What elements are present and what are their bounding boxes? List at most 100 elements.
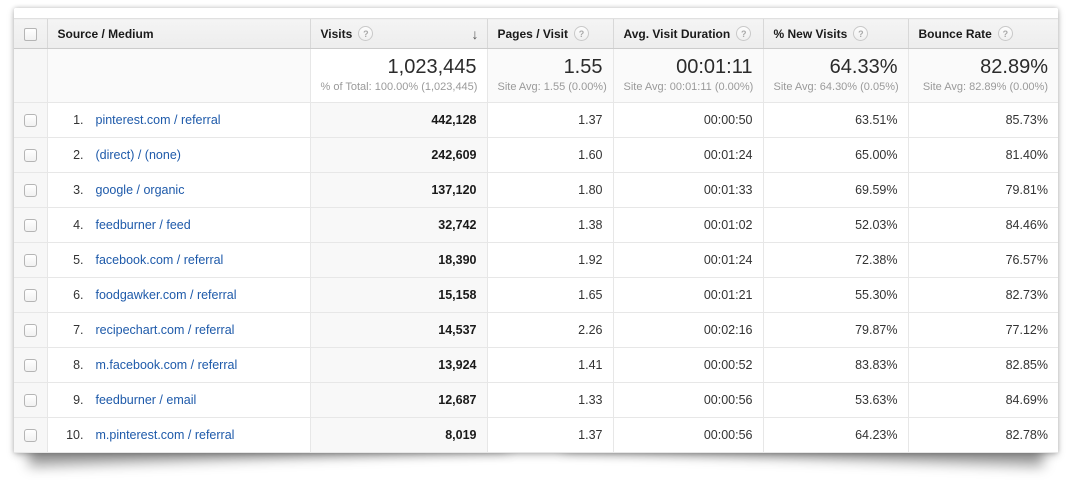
row-checkbox[interactable] (24, 359, 37, 372)
avg-duration-cell: 00:01:24 (613, 138, 763, 173)
bounce-rate-cell: 81.40% (908, 138, 1058, 173)
column-label: Source / Medium (58, 27, 154, 41)
pages-per-visit-cell: 1.33 (487, 383, 613, 418)
help-icon[interactable]: ? (853, 26, 868, 41)
column-header-source-medium[interactable]: Source / Medium (47, 19, 310, 49)
row-checkbox[interactable] (24, 149, 37, 162)
select-all-checkbox[interactable] (24, 28, 37, 41)
pages-per-visit-cell: 1.41 (487, 348, 613, 383)
visits-cell: 18,390 (310, 243, 487, 278)
column-header-visits[interactable]: Visits ? ↓ (310, 19, 487, 49)
column-label: Visits (321, 27, 353, 41)
source-medium-cell: 6.foodgawker.com / referral (47, 278, 310, 313)
help-icon[interactable]: ? (998, 26, 1013, 41)
bounce-rate-subtext: Site Avg: 82.89% (0.00%) (919, 81, 1049, 93)
source-medium-cell: 1. pinterest.com / referral (47, 103, 310, 138)
bounce-rate-cell: 79.81% (908, 173, 1058, 208)
bounce-rate-cell: 77.12% (908, 313, 1058, 348)
sort-desc-icon[interactable]: ↓ (472, 27, 479, 41)
help-icon[interactable]: ? (736, 26, 751, 41)
source-medium-cell: 10. m.pinterest.com / referral (47, 418, 310, 453)
pages-per-visit-cell: 1.37 (487, 103, 613, 138)
avg-duration-cell: 00:00:56 (613, 383, 763, 418)
bounce-rate-cell: 84.46% (908, 208, 1058, 243)
bounce-rate-cell: 82.78% (908, 418, 1058, 453)
visits-cell: 8,019 (310, 418, 487, 453)
new-visits-cell: 55.30% (763, 278, 908, 313)
row-checkbox[interactable] (24, 114, 37, 127)
summary-bounce-cell: 82.89% Site Avg: 82.89% (0.00%) (908, 49, 1058, 103)
table-row: 1.pinterest.com / referral 442,128 1.37 … (14, 103, 1058, 138)
column-header-new-visits[interactable]: % New Visits ? (763, 19, 908, 49)
pct-new-visits-subtext: Site Avg: 64.30% (0.05%) (774, 81, 898, 93)
pages-per-visit-cell: 1.80 (487, 173, 613, 208)
source-medium-link[interactable]: feedburner / feed (96, 218, 191, 232)
row-rank: 1. (60, 113, 84, 127)
select-all-header-cell (14, 19, 47, 49)
row-checkbox-cell (14, 173, 47, 208)
source-medium-link[interactable]: google / organic (96, 183, 185, 197)
pages-per-visit-cell: 1.92 (487, 243, 613, 278)
pages-per-visit-cell: 2.26 (487, 313, 613, 348)
row-rank: 3. (60, 183, 84, 197)
source-medium-link[interactable]: facebook.com / referral (96, 253, 224, 267)
new-visits-cell: 52.03% (763, 208, 908, 243)
source-medium-link[interactable]: recipechart.com / referral (96, 323, 235, 337)
source-medium-link[interactable]: foodgawker.com / referral (96, 288, 237, 302)
help-icon[interactable]: ? (358, 26, 373, 41)
table-row: 2.(direct) / (none) 242,609 1.60 00:01:2… (14, 138, 1058, 173)
card-top-padding (14, 8, 1058, 18)
column-header-avg-visit-duration[interactable]: Avg. Visit Duration ? (613, 19, 763, 49)
source-medium-cell: 9. feedburner / email (47, 383, 310, 418)
row-rank: 5. (60, 253, 84, 267)
new-visits-cell: 64.23% (763, 418, 908, 453)
visits-cell: 442,128 (310, 103, 487, 138)
visits-cell: 12,687 (310, 383, 487, 418)
avg-duration-cell: 00:01:21 (613, 278, 763, 313)
pages-per-visit-cell: 1.65 (487, 278, 613, 313)
new-visits-cell: 63.51% (763, 103, 908, 138)
source-medium-link[interactable]: feedburner / email (96, 393, 197, 407)
row-rank: 4. (60, 218, 84, 232)
total-visits: 1,023,445 (321, 56, 477, 79)
row-checkbox[interactable] (24, 254, 37, 267)
avg-duration-cell: 00:02:16 (613, 313, 763, 348)
column-label: Avg. Visit Duration (624, 27, 731, 41)
source-medium-link[interactable]: (direct) / (none) (96, 148, 181, 162)
new-visits-cell: 79.87% (763, 313, 908, 348)
source-medium-cell: 4. feedburner / feed (47, 208, 310, 243)
source-medium-link[interactable]: m.pinterest.com / referral (96, 428, 235, 442)
row-checkbox[interactable] (24, 219, 37, 232)
total-visits-subtext: % of Total: 100.00% (1,023,445) (321, 81, 477, 93)
help-icon[interactable]: ? (574, 26, 589, 41)
row-checkbox[interactable] (24, 184, 37, 197)
bounce-rate-cell: 76.57% (908, 243, 1058, 278)
bounce-rate-cell: 85.73% (908, 103, 1058, 138)
new-visits-cell: 53.63% (763, 383, 908, 418)
row-checkbox[interactable] (24, 324, 37, 337)
row-rank: 9. (60, 393, 84, 407)
avg-duration-cell: 00:01:24 (613, 243, 763, 278)
row-rank: 10. (60, 428, 84, 442)
summary-duration-cell: 00:01:11 Site Avg: 00:01:11 (0.00%) (613, 49, 763, 103)
visits-cell: 15,158 (310, 278, 487, 313)
row-checkbox-cell (14, 278, 47, 313)
visits-cell: 32,742 (310, 208, 487, 243)
summary-totals-row: 1,023,445 % of Total: 100.00% (1,023,445… (14, 49, 1058, 103)
bounce-rate-cell: 82.85% (908, 348, 1058, 383)
row-checkbox[interactable] (24, 289, 37, 302)
pages-per-visit-cell: 1.60 (487, 138, 613, 173)
row-checkbox[interactable] (24, 394, 37, 407)
column-header-pages-visit[interactable]: Pages / Visit ? (487, 19, 613, 49)
source-medium-table: Source / Medium Visits ? ↓ Pages / Visit… (14, 18, 1058, 453)
visits-cell: 137,120 (310, 173, 487, 208)
source-medium-cell: 5. facebook.com / referral (47, 243, 310, 278)
avg-pages-subtext: Site Avg: 1.55 (0.00%) (498, 81, 603, 93)
table-row: 7.recipechart.com / referral 14,537 2.26… (14, 313, 1058, 348)
column-header-bounce-rate[interactable]: Bounce Rate ? (908, 19, 1058, 49)
row-rank: 2. (60, 148, 84, 162)
bounce-rate-cell: 82.73% (908, 278, 1058, 313)
row-checkbox[interactable] (24, 429, 37, 442)
source-medium-link[interactable]: m.facebook.com / referral (96, 358, 238, 372)
source-medium-link[interactable]: pinterest.com / referral (96, 113, 221, 127)
